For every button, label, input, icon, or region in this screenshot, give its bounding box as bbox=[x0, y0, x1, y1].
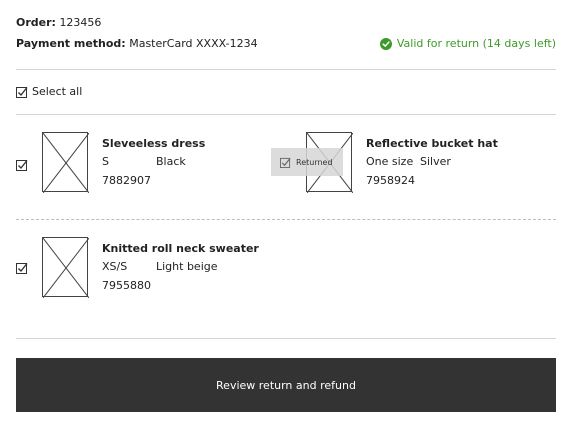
divider bbox=[16, 114, 556, 115]
item-title: Sleveeless dress bbox=[102, 137, 206, 150]
item-size: One size bbox=[366, 155, 414, 168]
divider bbox=[16, 69, 556, 70]
item-color: Black bbox=[156, 155, 186, 168]
item-size: XS/S bbox=[102, 260, 128, 273]
return-item: Knitted roll neck sweater XS/S Light bei… bbox=[16, 235, 316, 299]
select-all-label: Select all bbox=[32, 85, 83, 98]
image-placeholder-icon bbox=[43, 133, 89, 193]
payment-info: Payment method: MasterCard XXXX-1234 bbox=[16, 37, 258, 51]
item-title: Reflective bucket hat bbox=[366, 137, 498, 150]
order-number: 123456 bbox=[59, 16, 102, 29]
image-placeholder-icon bbox=[43, 238, 89, 298]
item-title: Knitted roll neck sweater bbox=[102, 242, 259, 255]
product-image-placeholder bbox=[42, 237, 89, 298]
divider bbox=[16, 338, 556, 339]
payment-label: Payment method: bbox=[16, 37, 126, 50]
item-sku: 7882907 bbox=[102, 174, 151, 187]
item-checkbox[interactable] bbox=[16, 159, 28, 171]
return-status: Valid for return (14 days left) bbox=[379, 37, 556, 51]
item-color: Light beige bbox=[156, 260, 218, 273]
checkbox-checked-icon bbox=[280, 157, 291, 168]
returned-badge: Returned bbox=[271, 148, 343, 176]
item-size: S bbox=[102, 155, 109, 168]
item-checkbox[interactable] bbox=[16, 262, 28, 274]
check-circle-icon bbox=[379, 38, 392, 50]
return-item: Sleveeless dress S Black 7882907 bbox=[16, 130, 266, 194]
item-divider bbox=[16, 219, 556, 220]
item-sku: 7955880 bbox=[102, 279, 151, 292]
return-page: Order: 123456 Payment method: MasterCard… bbox=[16, 0, 556, 430]
returned-label: Returned bbox=[296, 157, 333, 167]
select-all-checkbox[interactable]: Select all bbox=[16, 85, 82, 99]
checkbox-checked-icon[interactable] bbox=[16, 86, 28, 98]
payment-value: MasterCard XXXX-1234 bbox=[129, 37, 258, 50]
order-info: Order: 123456 bbox=[16, 16, 101, 30]
return-item: Reflective bucket hat One size Silver 79… bbox=[306, 130, 556, 194]
order-label: Order: bbox=[16, 16, 56, 29]
return-status-text: Valid for return (14 days left) bbox=[396, 37, 556, 50]
item-sku: 7958924 bbox=[366, 174, 415, 187]
product-image-placeholder bbox=[42, 132, 89, 193]
review-return-button[interactable]: Review return and refund bbox=[16, 358, 556, 412]
item-color: Silver bbox=[420, 155, 451, 168]
